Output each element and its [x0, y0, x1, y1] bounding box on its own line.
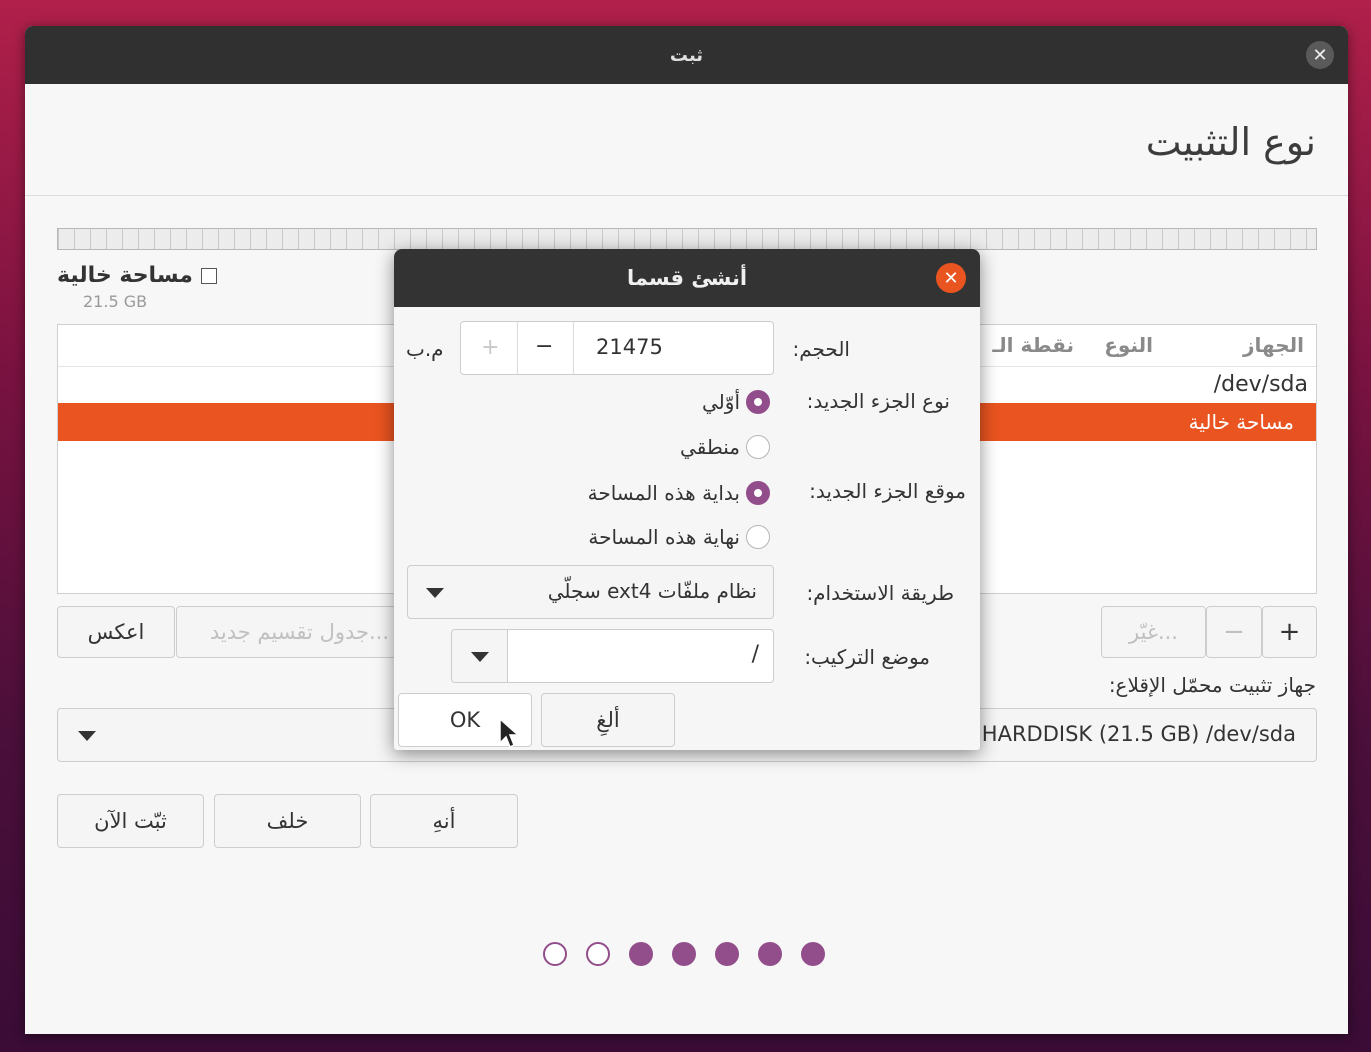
- location-beginning-label: بداية هذه المساحة: [587, 481, 740, 505]
- spin-divider: [517, 322, 518, 374]
- progress-dot: [586, 942, 610, 966]
- radio-icon[interactable]: [746, 525, 770, 549]
- progress-dot: [629, 942, 653, 966]
- cancel-button[interactable]: ألغِ: [541, 693, 675, 747]
- column-header-mount[interactable]: نقطة الـ: [992, 333, 1074, 357]
- free-space-legend: مساحة خالية 21.5 GB: [57, 263, 217, 311]
- size-decrement-icon[interactable]: −: [535, 334, 553, 359]
- type-primary-label: أوّلي: [702, 390, 740, 414]
- mount-point-value: /: [751, 642, 759, 667]
- partition-type-label: نوع الجزء الجديد:: [806, 389, 950, 413]
- size-value: 21475: [596, 335, 663, 359]
- location-beginning-option[interactable]: بداية هذه المساحة: [588, 481, 770, 505]
- type-logical-label: منطقي: [680, 435, 740, 459]
- progress-dot: [543, 942, 567, 966]
- window-titlebar: ثبت ✕: [25, 26, 1348, 84]
- mount-point-combo[interactable]: /: [451, 629, 774, 683]
- progress-dot: [715, 942, 739, 966]
- chevron-down-icon: [471, 652, 489, 662]
- quit-button[interactable]: أنهِ: [370, 794, 518, 848]
- free-space-size: 21.5 GB: [83, 292, 148, 311]
- create-partition-dialog: أنشئ قسما ✕ الحجم: + − 21475 م.ب نوع الج…: [394, 249, 980, 750]
- column-header-type[interactable]: النوع: [1104, 333, 1153, 357]
- dialog-title: أنشئ قسما: [626, 266, 748, 290]
- spin-divider: [573, 322, 574, 374]
- progress-dot: [672, 942, 696, 966]
- chevron-down-icon: [426, 588, 444, 598]
- page-title: نوع التثبيت: [1145, 120, 1316, 164]
- install-now-button[interactable]: ثبّت الآن: [57, 794, 204, 848]
- bootloader-label: جهاز تثبيت محمّل الإقلاع:: [1108, 673, 1316, 697]
- window-title: ثبت: [669, 44, 704, 66]
- page-header: نوع التثبيت: [25, 84, 1348, 196]
- add-partition-button[interactable]: +: [1262, 606, 1317, 658]
- radio-icon[interactable]: [746, 435, 770, 459]
- table-row[interactable]: /dev/sda: [1214, 367, 1308, 403]
- use-as-value: نظام ملفّات ext4 سجلّي: [547, 579, 757, 603]
- revert-button[interactable]: اعكس: [57, 606, 175, 658]
- size-spinbox[interactable]: + − 21475: [460, 321, 774, 375]
- partition-bar: [57, 228, 1317, 250]
- bootloader-device-value: HARDDISK (21.5 GB) /dev/sda: [981, 722, 1296, 746]
- partition-location-label: موقع الجزء الجديد:: [809, 479, 966, 503]
- location-end-label: نهاية هذه المساحة: [588, 525, 740, 549]
- progress-dot: [801, 942, 825, 966]
- location-end-option[interactable]: نهاية هذه المساحة: [588, 525, 770, 549]
- column-header-device[interactable]: الجهاز: [1243, 333, 1304, 357]
- chevron-down-icon: [78, 731, 96, 741]
- remove-partition-button[interactable]: −: [1206, 606, 1262, 658]
- size-increment-icon[interactable]: +: [481, 335, 499, 360]
- type-primary-option[interactable]: أوّلي: [702, 390, 770, 414]
- type-logical-option[interactable]: منطقي: [680, 435, 770, 459]
- radio-selected-icon[interactable]: [746, 481, 770, 505]
- dialog-titlebar: أنشئ قسما ✕: [394, 249, 980, 307]
- size-label: الحجم:: [792, 337, 850, 361]
- use-as-label: طريقة الاستخدام:: [806, 581, 954, 605]
- free-space-swatch: [200, 267, 217, 284]
- mount-point-label: موضع التركيب:: [804, 645, 930, 669]
- mouse-cursor-icon: [499, 717, 520, 749]
- radio-selected-icon[interactable]: [746, 390, 770, 414]
- new-partition-table-button[interactable]: جدول تقسيم جديد...: [176, 606, 396, 658]
- free-space-label: مساحة خالية: [57, 263, 193, 288]
- use-as-select[interactable]: نظام ملفّات ext4 سجلّي: [407, 565, 774, 619]
- dialog-close-icon[interactable]: ✕: [936, 263, 966, 293]
- back-button[interactable]: خلف: [214, 794, 361, 848]
- window-close-icon[interactable]: ✕: [1306, 41, 1334, 69]
- change-partition-button[interactable]: غيّر...: [1101, 606, 1206, 658]
- size-unit: م.ب: [406, 337, 444, 361]
- progress-dots: [543, 942, 825, 966]
- progress-dot: [758, 942, 782, 966]
